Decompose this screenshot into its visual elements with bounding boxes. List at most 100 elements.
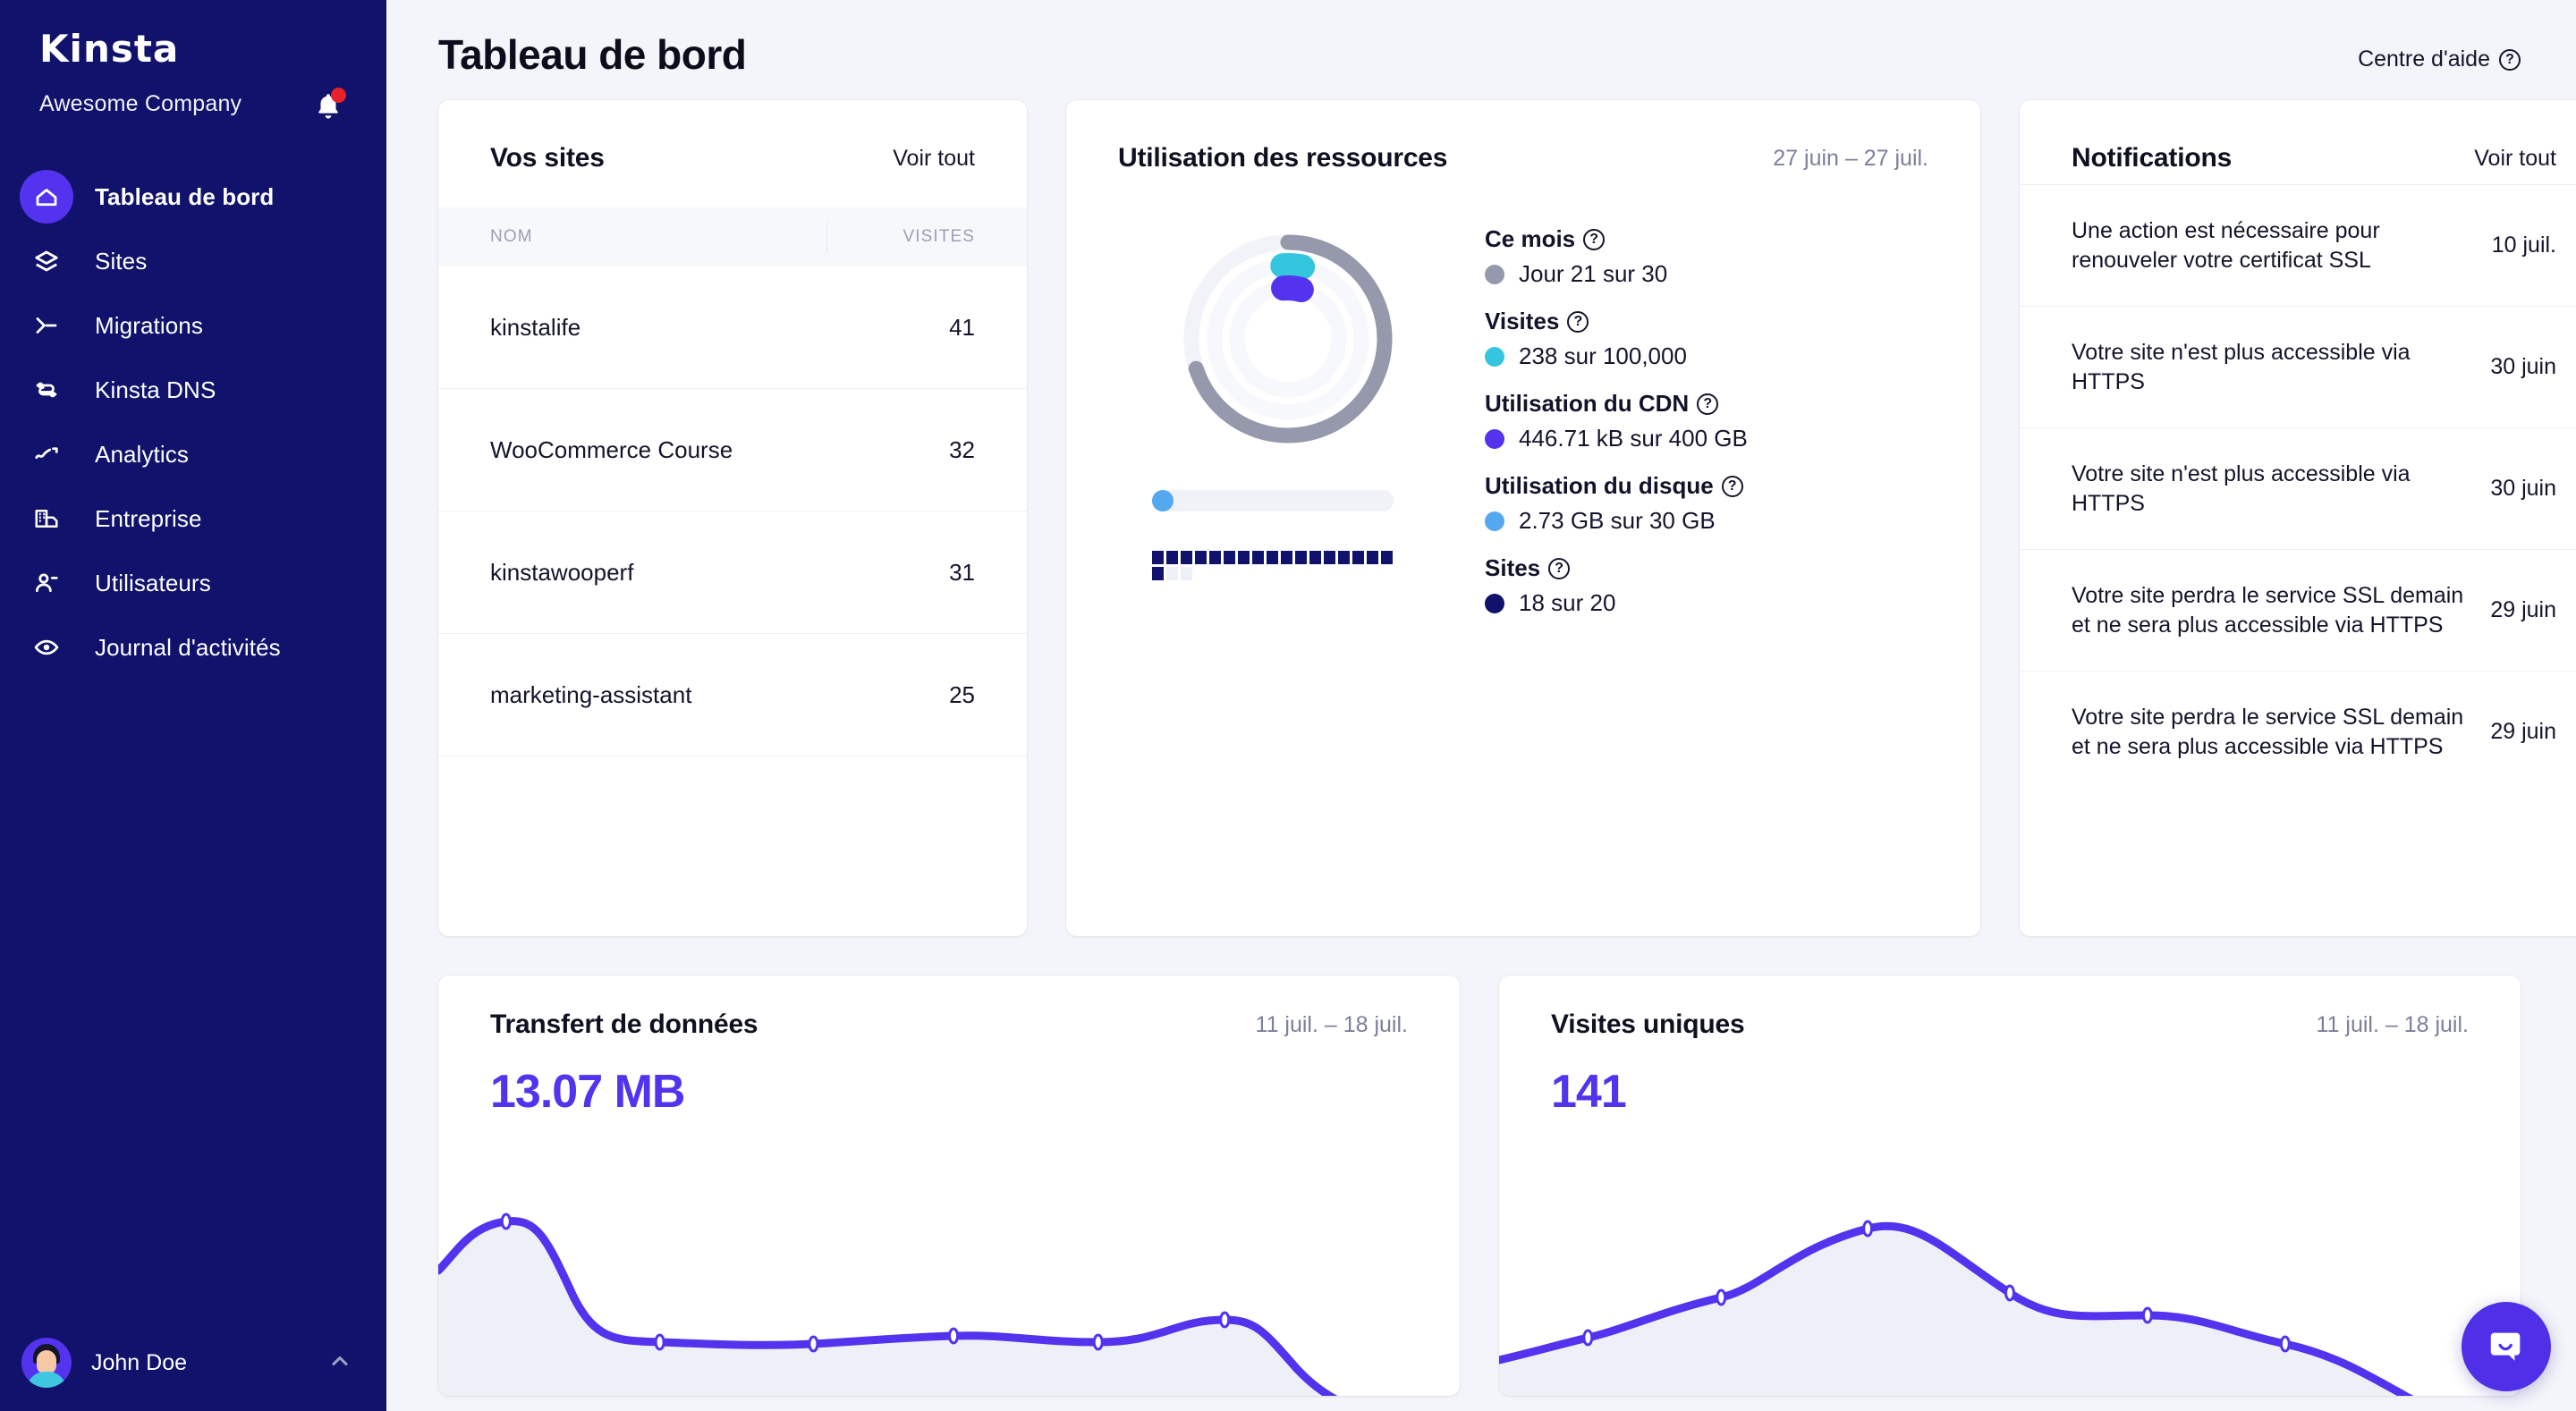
sidebar-item-entreprise[interactable]: Entreprise: [0, 486, 386, 551]
chevron-up-icon[interactable]: [327, 1348, 352, 1378]
list-item[interactable]: Votre site n'est plus accessible via HTT…: [2020, 427, 2576, 549]
legend-dot: [1485, 265, 1504, 284]
notification-text: Une action est nécessaire pour renouvele…: [2072, 216, 2474, 275]
notifications-bell-button[interactable]: [311, 86, 347, 122]
disk-usage-bar: [1152, 490, 1394, 511]
view-all-notifications-link[interactable]: Voir tout: [2474, 146, 2556, 172]
legend-dot: [1485, 594, 1504, 613]
card-title: Utilisation des ressources: [1118, 143, 1447, 173]
legend-group-visites: Visites ? 238 sur 100,000: [1485, 308, 1928, 370]
list-item[interactable]: Votre site perdra le service SSL demain …: [2020, 671, 2576, 792]
view-all-sites-link[interactable]: Voir tout: [893, 146, 975, 172]
sidebar-item-label: Journal d'activités: [95, 634, 281, 662]
user-profile-button[interactable]: John Doe: [0, 1314, 386, 1411]
site-slot-square: [1181, 567, 1192, 580]
legend-value-text: Jour 21 sur 30: [1519, 260, 1667, 288]
column-header-nom: NOM: [490, 227, 832, 247]
list-item[interactable]: Une action est nécessaire pour renouvele…: [2020, 184, 2576, 306]
legend-label-text: Utilisation du disque: [1485, 472, 1714, 500]
help-center-button[interactable]: Centre d'aide ?: [2358, 46, 2521, 72]
sidebar-item-analytics[interactable]: Analytics: [0, 422, 386, 486]
notification-date: 30 juin: [2490, 476, 2556, 502]
date-range: 11 juil. – 18 juil.: [1256, 1012, 1408, 1038]
sites-squares-grid: [1152, 551, 1395, 580]
site-visits: 31: [832, 559, 975, 587]
sidebar-item-sites[interactable]: Sites: [0, 229, 386, 293]
question-circle-icon[interactable]: ?: [1583, 229, 1605, 250]
sidebar-item-label: Sites: [95, 248, 147, 275]
help-center-label: Centre d'aide: [2358, 46, 2490, 72]
site-slot-square: [1181, 551, 1192, 564]
question-circle-icon[interactable]: ?: [1548, 558, 1570, 579]
legend-label: Ce mois ?: [1485, 225, 1928, 253]
column-header-visites: VISITES: [832, 227, 975, 247]
site-slot-square: [1309, 551, 1321, 564]
site-slot-square: [1252, 551, 1264, 564]
site-slot-square: [1367, 551, 1378, 564]
sidebar-item-journal-activites[interactable]: Journal d'activités: [0, 615, 386, 680]
question-circle-icon[interactable]: ?: [1722, 476, 1743, 497]
resource-usage-body: Ce mois ? Jour 21 sur 30 Visites: [1066, 184, 1980, 637]
sidebar-item-tableau-de-bord[interactable]: Tableau de bord: [0, 165, 386, 229]
notification-text: Votre site perdra le service SSL demain …: [2072, 581, 2472, 640]
site-name: WooCommerce Course: [490, 436, 832, 464]
your-sites-card: Vos sites Voir tout NOM VISITES kinstali…: [438, 100, 1027, 936]
notifications-card: Notifications Voir tout Une action est n…: [2020, 100, 2576, 936]
table-row[interactable]: marketing-assistant 25: [438, 634, 1027, 756]
site-slot-square: [1281, 551, 1292, 564]
site-name: kinstalife: [490, 314, 832, 342]
table-row[interactable]: WooCommerce Course 32: [438, 389, 1027, 511]
unique-visits-value: 141: [1499, 1040, 2521, 1119]
question-circle-icon[interactable]: ?: [1567, 311, 1589, 333]
main-content: Tableau de bord Centre d'aide ? Vos site…: [386, 0, 2576, 1411]
sidebar-item-migrations[interactable]: Migrations: [0, 293, 386, 358]
card-header: Vos sites Voir tout: [438, 100, 1027, 184]
list-item[interactable]: Votre site perdra le service SSL demain …: [2020, 549, 2576, 671]
site-slot-square: [1295, 551, 1307, 564]
page-title: Tableau de bord: [438, 30, 746, 79]
sidebar-item-label: Tableau de bord: [95, 183, 274, 211]
legend-group-sites: Sites ? 18 sur 20: [1485, 554, 1928, 617]
legend-dot: [1485, 511, 1504, 531]
topbar: Tableau de bord Centre d'aide ?: [438, 0, 2521, 79]
sidebar-item-utilisateurs[interactable]: Utilisateurs: [0, 551, 386, 615]
table-row[interactable]: kinstawooperf 31: [438, 511, 1027, 634]
column-divider: [826, 222, 827, 252]
dns-icon: [20, 363, 73, 417]
site-name: kinstawooperf: [490, 559, 832, 587]
sidebar: Kinsta Awesome Company Tableau de bord: [0, 0, 386, 1411]
unique-visits-card: Visites uniques 11 juil. – 18 juil. 141: [1499, 976, 2521, 1396]
list-item[interactable]: Votre site n'est plus accessible via HTT…: [2020, 306, 2576, 427]
legend-group-disque: Utilisation du disque ? 2.73 GB sur 30 G…: [1485, 472, 1928, 535]
legend-label: Utilisation du disque ?: [1485, 472, 1928, 500]
data-transfer-value: 13.07 MB: [438, 1040, 1460, 1119]
intercom-chat-launcher-button[interactable]: [2462, 1302, 2551, 1391]
kinsta-logo[interactable]: Kinsta: [39, 30, 347, 68]
sidebar-item-kinsta-dns[interactable]: Kinsta DNS: [0, 358, 386, 422]
company-name: Awesome Company: [39, 91, 242, 117]
legend-value: Jour 21 sur 30: [1485, 260, 1928, 288]
card-title: Vos sites: [490, 143, 605, 173]
chart-area-fill: [1499, 1226, 2521, 1396]
site-slot-square: [1338, 551, 1350, 564]
bottom-cards-row: Transfert de données 11 juil. – 18 juil.…: [438, 976, 2521, 1396]
legend-value: 18 sur 20: [1485, 589, 1928, 617]
legend-value: 238 sur 100,000: [1485, 342, 1928, 370]
sites-table-header: NOM VISITES: [438, 207, 1027, 266]
site-visits: 41: [832, 314, 975, 342]
eye-icon: [20, 621, 73, 674]
legend-value-text: 18 sur 20: [1519, 589, 1615, 617]
notification-badge: [331, 88, 346, 103]
site-slot-square: [1381, 551, 1393, 564]
date-range: 27 juin – 27 juil.: [1773, 146, 1928, 172]
site-slot-square: [1238, 551, 1250, 564]
notification-text: Votre site n'est plus accessible via HTT…: [2072, 460, 2472, 519]
legend-label: Utilisation du CDN ?: [1485, 390, 1928, 418]
site-slot-square: [1195, 551, 1207, 564]
question-circle-icon[interactable]: ?: [1697, 393, 1718, 415]
table-row[interactable]: kinstalife 41: [438, 266, 1027, 389]
legend-dot: [1485, 429, 1504, 449]
data-transfer-chart: [438, 1190, 1460, 1396]
site-slot-square: [1152, 567, 1164, 580]
site-slot-square: [1152, 551, 1164, 564]
